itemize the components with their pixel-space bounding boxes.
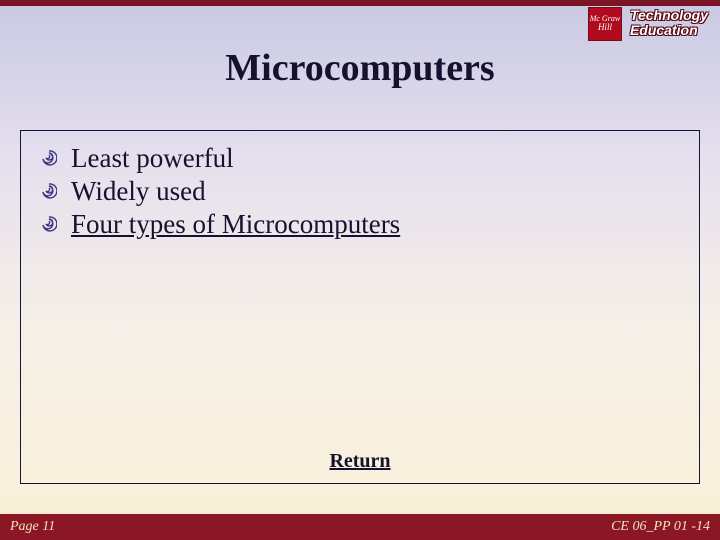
slide-title: Microcomputers [0,46,720,90]
logo-text-line3: Technology [630,8,708,23]
list-item-text: Least powerful [71,143,234,173]
list-item: Least powerful [39,143,681,174]
return-link[interactable]: Return [21,450,699,473]
content-box: Least powerful Widely used Four types of… [20,130,700,484]
mcgraw-hill-logo: Mc Graw Hill [588,7,622,41]
spiral-bullet-icon [41,150,57,166]
bullet-list: Least powerful Widely used Four types of… [39,143,681,240]
spiral-bullet-icon [41,216,57,232]
publisher-logo: Mc Graw Hill Technology Education [588,6,714,41]
page-number: Page 11 [10,519,55,535]
slide: Mc Graw Hill Technology Education Microc… [0,0,720,540]
spiral-bullet-icon [41,183,57,199]
footer-bar: Page 11 CE 06_PP 01 -14 [0,514,720,540]
list-item-text: Widely used [71,176,206,206]
logo-text-line4: Education [630,23,708,38]
slide-code: CE 06_PP 01 -14 [611,519,710,535]
logo-text-line2: Hill [598,23,612,32]
list-item: Widely used [39,176,681,207]
list-item: Four types of Microcomputers [39,209,681,240]
technology-education-logo: Technology Education [626,6,714,41]
list-item-link[interactable]: Four types of Microcomputers [71,209,400,239]
